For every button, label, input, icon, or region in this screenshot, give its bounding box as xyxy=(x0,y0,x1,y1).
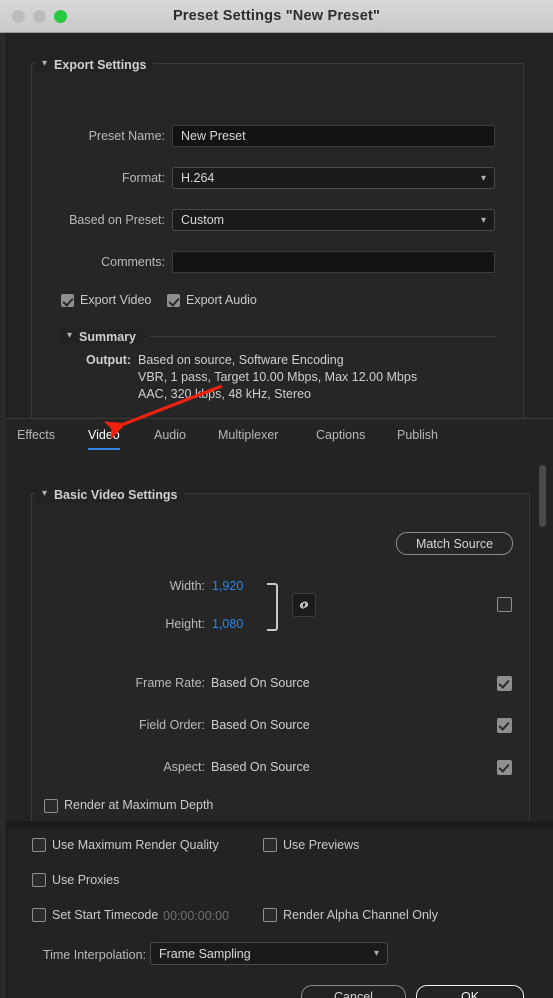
preset-settings-window: Preset Settings "New Preset" ▾ Export Se… xyxy=(0,0,553,998)
render-alpha-only-checkbox[interactable] xyxy=(263,908,277,922)
summary-rule xyxy=(150,336,497,337)
cancel-button[interactable]: Cancel xyxy=(301,985,406,998)
frame-rate-match-checkbox[interactable] xyxy=(497,676,512,691)
field-order-label: Field Order: xyxy=(139,718,205,732)
summary-header[interactable]: ▾ Summary xyxy=(60,329,144,345)
chevron-down-icon: ▾ xyxy=(480,172,486,184)
export-video-label: Export Video xyxy=(80,293,152,307)
dimension-link-bracket xyxy=(267,583,278,631)
chevron-down-icon: ▾ xyxy=(67,330,73,341)
chevron-down-icon: ▾ xyxy=(480,214,486,226)
set-start-timecode-checkbox[interactable] xyxy=(32,908,46,922)
export-settings-label: Export Settings xyxy=(54,58,147,72)
render-max-depth-label: Render at Maximum Depth xyxy=(64,798,214,812)
check-icon xyxy=(168,294,180,307)
link-chain-glyph xyxy=(300,601,308,609)
use-previews-label: Use Previews xyxy=(283,838,360,852)
aspect-match-checkbox[interactable] xyxy=(497,760,512,775)
chevron-down-icon: ▾ xyxy=(373,948,379,959)
vertical-scrollbar[interactable] xyxy=(539,465,546,527)
render-max-depth-checkbox[interactable] xyxy=(44,799,58,813)
window-titlebar: Preset Settings "New Preset" xyxy=(0,0,553,33)
match-source-button[interactable]: Match Source xyxy=(396,532,513,555)
tab-audio[interactable]: Audio xyxy=(154,428,186,447)
basic-video-settings-label: Basic Video Settings xyxy=(54,488,178,502)
use-previews-checkbox[interactable] xyxy=(263,838,277,852)
summary-line-3: AAC, 320 kbps, 48 kHz, Stereo xyxy=(138,387,312,401)
width-value[interactable]: 1,920 xyxy=(212,579,243,593)
height-value[interactable]: 1,080 xyxy=(212,617,243,631)
time-interpolation-value: Frame Sampling xyxy=(159,946,251,961)
height-label: Height: xyxy=(165,617,205,631)
ok-label: OK xyxy=(460,990,480,998)
render-alpha-only-label: Render Alpha Channel Only xyxy=(283,908,438,922)
export-audio-checkbox[interactable] xyxy=(167,294,180,307)
match-source-label: Match Source xyxy=(415,536,494,551)
footer-separator xyxy=(6,821,553,829)
window-title: Preset Settings "New Preset" xyxy=(172,8,381,24)
summary-line-2: VBR, 1 pass, Target 10.00 Mbps, Max 12.0… xyxy=(138,370,418,384)
use-proxies-label: Use Proxies xyxy=(52,873,120,887)
basic-video-settings-header[interactable]: ▾ Basic Video Settings xyxy=(35,487,185,503)
comments-label: Comments: xyxy=(101,255,165,269)
export-audio-label: Export Audio xyxy=(186,293,257,307)
use-max-render-quality-label: Use Maximum Render Quality xyxy=(52,838,219,852)
chevron-down-icon: ▾ xyxy=(42,488,48,499)
tab-video[interactable]: Video xyxy=(88,428,120,450)
based-on-preset-select[interactable]: Custom ▾ xyxy=(172,209,495,231)
time-interpolation-label: Time Interpolation: xyxy=(42,948,146,962)
format-label: Format: xyxy=(121,171,165,185)
format-select[interactable]: H.264 ▾ xyxy=(172,167,495,189)
summary-output-label: Output: xyxy=(86,353,132,367)
based-on-preset-value: Custom xyxy=(181,213,225,227)
based-on-preset-label: Based on Preset: xyxy=(69,213,165,227)
preset-name-input[interactable]: New Preset xyxy=(172,125,495,147)
link-chain-icon[interactable] xyxy=(292,593,316,617)
tab-bar: Effects Video Audio Multiplexer Captions… xyxy=(6,418,553,456)
summary-label: Summary xyxy=(79,330,137,344)
use-proxies-checkbox[interactable] xyxy=(32,873,46,887)
cancel-label: Cancel xyxy=(334,990,373,998)
chevron-down-icon: ▾ xyxy=(42,58,48,69)
width-label: Width: xyxy=(169,579,205,593)
dimensions-match-source-checkbox[interactable] xyxy=(497,597,512,612)
frame-rate-value[interactable]: Based On Source xyxy=(211,676,310,690)
summary-line-1: Based on source, Software Encoding xyxy=(138,353,344,367)
tab-publish[interactable]: Publish xyxy=(397,428,438,447)
export-settings-header[interactable]: ▾ Export Settings xyxy=(35,57,154,73)
set-start-timecode-label: Set Start Timecode xyxy=(52,908,159,922)
frame-rate-label: Frame Rate: xyxy=(135,676,205,690)
use-max-render-quality-checkbox[interactable] xyxy=(32,838,46,852)
time-interpolation-select[interactable]: Frame Sampling ▾ xyxy=(150,942,388,965)
start-timecode-value[interactable]: 00:00:00:00 xyxy=(163,909,229,923)
field-order-match-checkbox[interactable] xyxy=(497,718,512,733)
format-value: H.264 xyxy=(181,171,215,185)
dialog-body: ▾ Export Settings Preset Name: New Prese… xyxy=(0,33,553,998)
tab-captions[interactable]: Captions xyxy=(316,428,365,447)
field-order-value[interactable]: Based On Source xyxy=(211,718,310,732)
aspect-label: Aspect: xyxy=(163,760,205,774)
comments-input[interactable] xyxy=(172,251,495,273)
tab-multiplexer[interactable]: Multiplexer xyxy=(218,428,278,447)
export-video-checkbox[interactable] xyxy=(61,294,74,307)
preset-name-label: Preset Name: xyxy=(88,129,165,143)
ok-button[interactable]: OK xyxy=(416,985,524,998)
aspect-value[interactable]: Based On Source xyxy=(211,760,310,774)
tab-effects[interactable]: Effects xyxy=(17,428,55,447)
preset-name-value: New Preset xyxy=(181,129,246,143)
